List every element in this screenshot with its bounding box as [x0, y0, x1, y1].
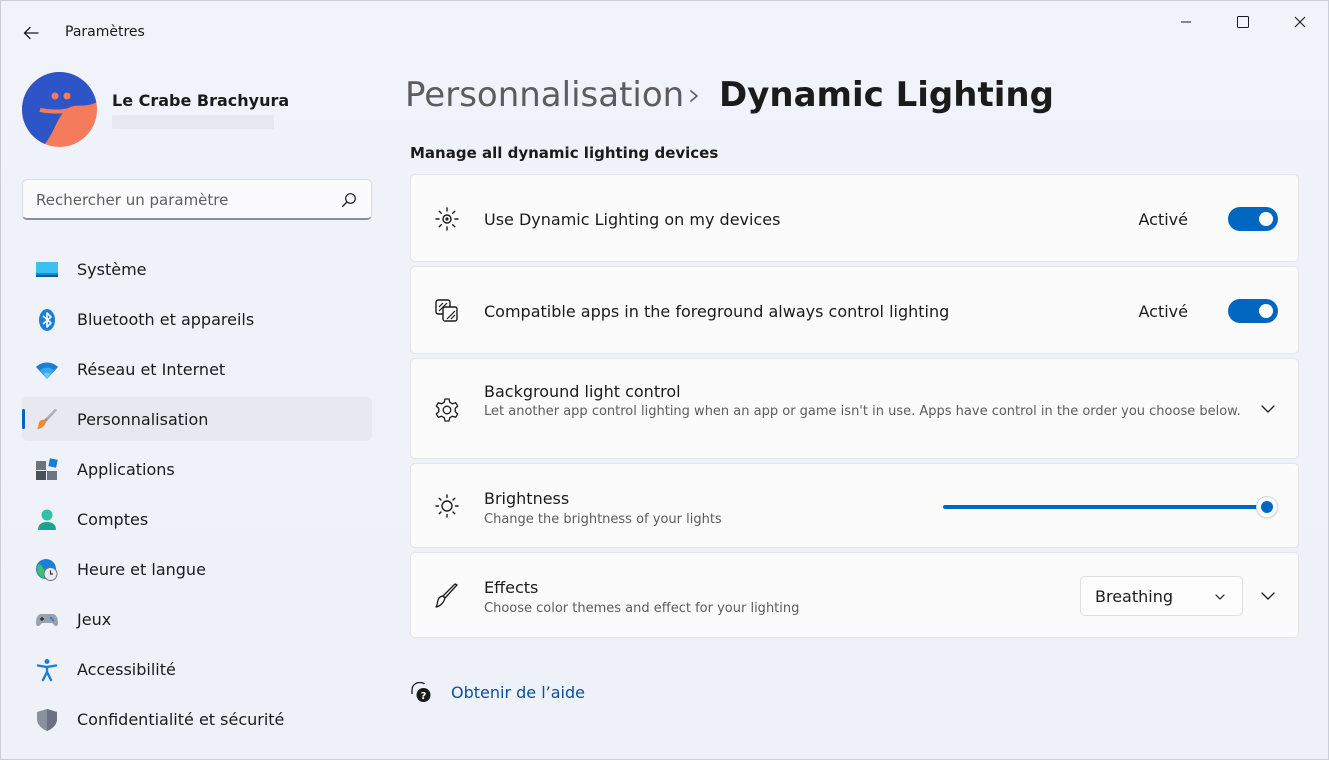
search-icon[interactable]	[341, 192, 357, 208]
compatible-apps-toggle[interactable]	[1228, 299, 1278, 323]
get-help-link[interactable]: Obtenir de l’aide	[451, 683, 585, 702]
use-dynamic-lighting-card: Use Dynamic Lighting on my devices Activ…	[410, 174, 1299, 262]
paintbrush-icon	[37, 409, 57, 429]
bluetooth-icon	[39, 309, 55, 331]
app-title: Paramètres	[65, 24, 145, 40]
wifi-icon	[36, 362, 58, 379]
sidebar-item-label: Système	[77, 259, 147, 279]
globe-clock-icon	[36, 559, 58, 581]
profile-email-redacted	[112, 115, 274, 129]
settings-window: Paramètres Le Crabe Brachyura Rechercher…	[0, 0, 1329, 760]
use-dynamic-lighting-title: Use Dynamic Lighting on my devices	[484, 210, 781, 229]
effects-subtitle: Choose color themes and effect for your …	[484, 601, 800, 616]
app-lighting-control-icon	[435, 299, 458, 322]
use-dynamic-lighting-status: Activé	[1138, 210, 1189, 229]
sidebar-item-label: Accessibilité	[77, 659, 176, 679]
effects-title: Effects	[484, 578, 539, 597]
accessibility-icon	[36, 659, 58, 682]
search-box[interactable]	[22, 179, 372, 220]
svg-text:?: ?	[421, 691, 427, 702]
crab-avatar-icon	[22, 72, 97, 147]
effects-dropdown[interactable]: Breathing	[1080, 576, 1243, 616]
sidebar-item-label: Confidentialité et sécurité	[77, 709, 285, 729]
account-icon	[38, 509, 56, 530]
background-light-control-card[interactable]: Background light control Let another app…	[410, 358, 1299, 459]
brightness-title: Brightness	[484, 489, 570, 508]
brightness-slider[interactable]	[943, 492, 1281, 522]
breadcrumb-parent[interactable]: Personnalisation	[405, 75, 684, 115]
slider-track	[943, 505, 1267, 509]
avatar[interactable]	[22, 72, 97, 147]
toggle-knob	[1259, 212, 1273, 226]
sidebar-item-bluetooth[interactable]: Bluetooth et appareils	[22, 297, 372, 341]
sun-icon	[435, 494, 459, 518]
chevron-right-icon	[690, 90, 698, 102]
close-button[interactable]	[1277, 7, 1323, 37]
effects-card: Effects Choose color themes and effect f…	[410, 552, 1299, 638]
sidebar-item-label: Réseau et Internet	[77, 359, 226, 379]
sidebar-item-label: Heure et langue	[77, 559, 206, 579]
sidebar-item-label: Comptes	[77, 509, 149, 529]
sidebar-item-label: Applications	[77, 459, 175, 479]
sidebar-item-accessibilite[interactable]: Accessibilité	[22, 647, 372, 691]
chevron-down-icon	[1215, 594, 1225, 600]
gear-icon	[435, 398, 459, 422]
sidebar-item-reseau[interactable]: Réseau et Internet	[22, 347, 372, 391]
profile-name: Le Crabe Brachyura	[112, 91, 290, 110]
close-icon	[1294, 16, 1306, 28]
sidebar-item-label: Personnalisation	[77, 409, 209, 429]
sidebar-item-label: Jeux	[77, 609, 112, 629]
chevron-down-icon[interactable]	[1260, 588, 1276, 604]
compatible-apps-title: Compatible apps in the foreground always…	[484, 302, 950, 321]
sidebar-item-jeux[interactable]: Jeux	[22, 597, 372, 641]
background-light-control-subtitle: Let another app control lighting when an…	[484, 404, 1241, 419]
background-light-control-title: Background light control	[484, 382, 681, 401]
sidebar-nav: Système Bluetooth et appareils Réseau et…	[22, 247, 372, 747]
sidebar-item-comptes[interactable]: Comptes	[22, 497, 372, 541]
sidebar-item-applications[interactable]: Applications	[22, 447, 372, 491]
search-input[interactable]	[36, 188, 336, 212]
compatible-apps-status: Activé	[1138, 302, 1189, 321]
toggle-knob	[1259, 304, 1273, 318]
sidebar-item-personnalisation[interactable]: Personnalisation	[22, 397, 372, 441]
section-title: Manage all dynamic lighting devices	[410, 144, 719, 162]
minimize-icon	[1181, 21, 1191, 23]
minimize-button[interactable]	[1163, 7, 1209, 37]
use-dynamic-lighting-toggle[interactable]	[1228, 207, 1278, 231]
effects-dropdown-value: Breathing	[1095, 587, 1174, 606]
maximize-button[interactable]	[1220, 7, 1266, 37]
dynamic-lighting-icon	[435, 207, 459, 231]
chevron-down-icon[interactable]	[1260, 401, 1276, 417]
slider-thumb[interactable]	[1256, 496, 1278, 518]
help-icon[interactable]: ?	[409, 680, 433, 704]
back-button[interactable]	[15, 19, 47, 47]
paintbrush-outline-icon	[435, 583, 458, 608]
back-arrow-icon	[23, 26, 39, 40]
apps-icon	[36, 458, 58, 480]
sidebar-item-confidentialite[interactable]: Confidentialité et sécurité	[22, 697, 372, 741]
sidebar-item-heure[interactable]: Heure et langue	[22, 547, 372, 591]
sidebar-item-label: Bluetooth et appareils	[77, 309, 255, 329]
page-title: Dynamic Lighting	[719, 75, 1054, 115]
compatible-apps-card: Compatible apps in the foreground always…	[410, 266, 1299, 354]
brightness-subtitle: Change the brightness of your lights	[484, 512, 722, 527]
sidebar-item-systeme[interactable]: Système	[22, 247, 372, 291]
title-bar: Paramètres	[1, 1, 1328, 63]
maximize-icon	[1237, 16, 1249, 28]
brightness-card: Brightness Change the brightness of your…	[410, 463, 1299, 548]
system-icon	[36, 262, 58, 277]
shield-icon	[37, 709, 57, 731]
gamepad-icon	[36, 614, 58, 627]
